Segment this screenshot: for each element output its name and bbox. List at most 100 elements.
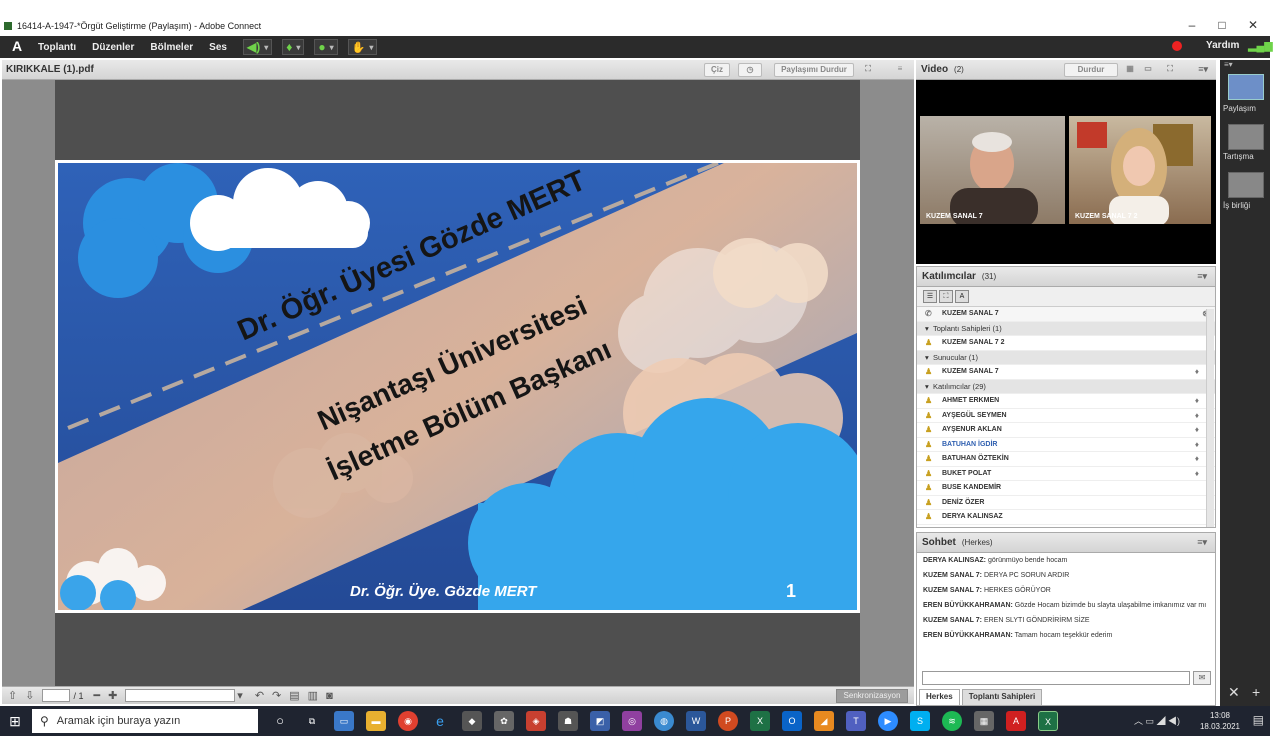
- app-icon[interactable]: ◢: [814, 711, 834, 731]
- app-icon[interactable]: ◆: [462, 711, 482, 731]
- folder-icon[interactable]: ▬: [366, 711, 386, 731]
- chevron-down-icon[interactable]: ▾: [237, 689, 243, 702]
- list-item[interactable]: ♟ AYŞENUR AKLAN ♦: [917, 423, 1215, 438]
- prev-page-icon[interactable]: ⇧: [8, 689, 17, 702]
- layouts-menu-icon[interactable]: ≡▾: [1224, 60, 1233, 69]
- list-item[interactable]: ♟ KUZEM SANAL 7 2: [917, 336, 1215, 351]
- list-item[interactable]: ♟ DENİZ ÖZER: [917, 496, 1215, 510]
- cortana-icon[interactable]: ○: [270, 711, 290, 731]
- draw-button[interactable]: Çiz: [704, 63, 730, 77]
- pod-menu-icon[interactable]: ≡: [892, 63, 908, 77]
- close-button[interactable]: ✕: [1238, 18, 1268, 32]
- fullscreen-icon[interactable]: ⛶: [1162, 63, 1178, 77]
- stop-video-button[interactable]: Durdur: [1064, 63, 1118, 77]
- microphone-button[interactable]: ♦ ▾: [282, 39, 305, 55]
- page-number-input[interactable]: [42, 689, 71, 702]
- fit-width-icon[interactable]: ▤: [289, 689, 299, 702]
- menu-meeting[interactable]: Toplantı: [38, 42, 76, 53]
- task-view-icon[interactable]: ⧉: [302, 711, 322, 731]
- word-icon[interactable]: W: [686, 711, 706, 731]
- edge-icon[interactable]: e: [430, 711, 450, 731]
- layout-share-thumb[interactable]: [1228, 74, 1264, 100]
- list-item[interactable]: ♟ BUKET POLAT ♦: [917, 467, 1215, 481]
- grid-view-icon[interactable]: ▦: [1122, 63, 1138, 77]
- calculator-icon[interactable]: ▦: [974, 711, 994, 731]
- list-item[interactable]: ♟ BATUHAN ÖZTEKİN ♦: [917, 452, 1215, 467]
- app-icon[interactable]: ☗: [558, 711, 578, 731]
- sync-button[interactable]: Senkronizasyon: [836, 689, 908, 703]
- participants-scrollbar[interactable]: [1206, 309, 1214, 527]
- chrome-icon[interactable]: ◉: [398, 711, 418, 731]
- zoom-select[interactable]: [125, 689, 236, 702]
- windows-start-icon[interactable]: ⊞: [0, 706, 30, 736]
- pod-menu-icon[interactable]: ≡▾: [1197, 537, 1207, 548]
- globe-icon[interactable]: ◍: [654, 711, 674, 731]
- menu-audio[interactable]: Ses: [209, 42, 227, 53]
- acrobat-icon[interactable]: A: [1006, 711, 1026, 731]
- zoom-icon[interactable]: ▶: [878, 711, 898, 731]
- add-layout-icon[interactable]: +: [1252, 684, 1260, 700]
- video-feed[interactable]: KUZEM SANAL 7 2: [1069, 116, 1211, 224]
- layout-label[interactable]: İş birliği: [1223, 201, 1269, 210]
- fit-page-icon[interactable]: ▥: [308, 689, 318, 702]
- help-menu[interactable]: Yardım: [1206, 40, 1239, 51]
- layout-label[interactable]: Tartışma: [1223, 152, 1269, 161]
- powerpoint-icon[interactable]: P: [718, 711, 738, 731]
- layout-label[interactable]: Paylaşım: [1223, 104, 1269, 113]
- outlook-icon[interactable]: O: [782, 711, 802, 731]
- list-item[interactable]: ♟ DERYA KALINSAZ: [917, 510, 1215, 525]
- taskbar-clock[interactable]: 13:08 18.03.2021: [1200, 710, 1240, 732]
- layout-discussion-thumb[interactable]: [1228, 124, 1264, 150]
- list-item[interactable]: ♟ BUSE KANDEMİR: [917, 481, 1215, 496]
- notification-icon[interactable]: ▤: [1253, 713, 1264, 727]
- maximize-button[interactable]: □: [1207, 18, 1237, 32]
- filmstrip-view-icon[interactable]: ▭: [1140, 63, 1156, 77]
- app-icon[interactable]: ✿: [494, 711, 514, 731]
- chat-input[interactable]: [922, 671, 1190, 685]
- teams-icon[interactable]: T: [846, 711, 866, 731]
- tab-everyone[interactable]: Herkes: [919, 689, 960, 705]
- fullscreen-icon[interactable]: ⛶: [860, 63, 876, 77]
- stop-sharing-button[interactable]: Paylaşımı Durdur: [774, 63, 854, 77]
- list-item[interactable]: ♟ BATUHAN İGDİR ♦: [917, 438, 1215, 452]
- menu-pods[interactable]: Bölmeler: [150, 42, 193, 53]
- list-item[interactable]: ♟ AYŞEGÜL SEYMEN ♦: [917, 409, 1215, 423]
- zoom-in-icon[interactable]: ✚: [108, 689, 117, 702]
- group-header-hosts[interactable]: ▾ Toplantı Sahipleri (1): [917, 321, 1215, 336]
- app-icon[interactable]: ◈: [526, 711, 546, 731]
- send-message-icon[interactable]: ✉: [1193, 671, 1211, 685]
- collapse-icon[interactable]: ✕: [1228, 684, 1240, 701]
- list-item[interactable]: ♟ AHMET ERKMEN ♦: [917, 394, 1215, 409]
- excel-icon[interactable]: X: [750, 711, 770, 731]
- current-user-row[interactable]: ✆ KUZEM SANAL 7 ⊗: [917, 307, 1215, 322]
- spotify-icon[interactable]: ≋: [942, 711, 962, 731]
- webcam-button[interactable]: ● ▾: [314, 39, 338, 55]
- menu-layouts[interactable]: Düzenler: [92, 42, 134, 53]
- list-item[interactable]: ♟ KUZEM SANAL 7 ♦: [917, 365, 1215, 380]
- zoom-out-icon[interactable]: ━: [93, 689, 100, 702]
- sort-icon[interactable]: A: [955, 290, 969, 303]
- next-page-icon[interactable]: ⇩: [25, 689, 34, 702]
- group-header-presenters[interactable]: ▾ Sunucular (1): [917, 350, 1215, 365]
- explorer-icon[interactable]: ▭: [334, 711, 354, 731]
- minimize-button[interactable]: –: [1177, 18, 1207, 32]
- video-feed[interactable]: KUZEM SANAL 7: [920, 116, 1065, 224]
- raise-hand-button[interactable]: ✋ ▾: [347, 39, 378, 55]
- expand-view-icon[interactable]: ⛶: [939, 290, 953, 303]
- rotate-left-icon[interactable]: ↶: [255, 689, 264, 702]
- speaker-button[interactable]: ◀) ▾: [242, 39, 273, 55]
- pod-menu-icon[interactable]: ≡▾: [1197, 271, 1207, 282]
- tab-hosts[interactable]: Toplantı Sahipleri: [961, 689, 1043, 705]
- layout-collaboration-thumb[interactable]: [1228, 172, 1264, 198]
- group-header-participants[interactable]: ▾ Katılımcılar (29): [917, 379, 1215, 394]
- system-tray-icons[interactable]: ︿ ▭ ◢ ◀): [1134, 714, 1180, 727]
- pointer-icon[interactable]: ◷: [738, 63, 762, 77]
- pointer-tool-icon[interactable]: ◙: [326, 690, 333, 702]
- app-icon[interactable]: ◎: [622, 711, 642, 731]
- taskbar-search-input[interactable]: ⚲ Aramak için buraya yazın: [32, 709, 258, 733]
- app-icon[interactable]: ◩: [590, 711, 610, 731]
- pod-menu-icon[interactable]: ≡▾: [1198, 64, 1208, 75]
- list-view-icon[interactable]: ☰: [923, 290, 937, 303]
- skype-icon[interactable]: S: [910, 711, 930, 731]
- excel-active-icon[interactable]: X: [1038, 711, 1058, 731]
